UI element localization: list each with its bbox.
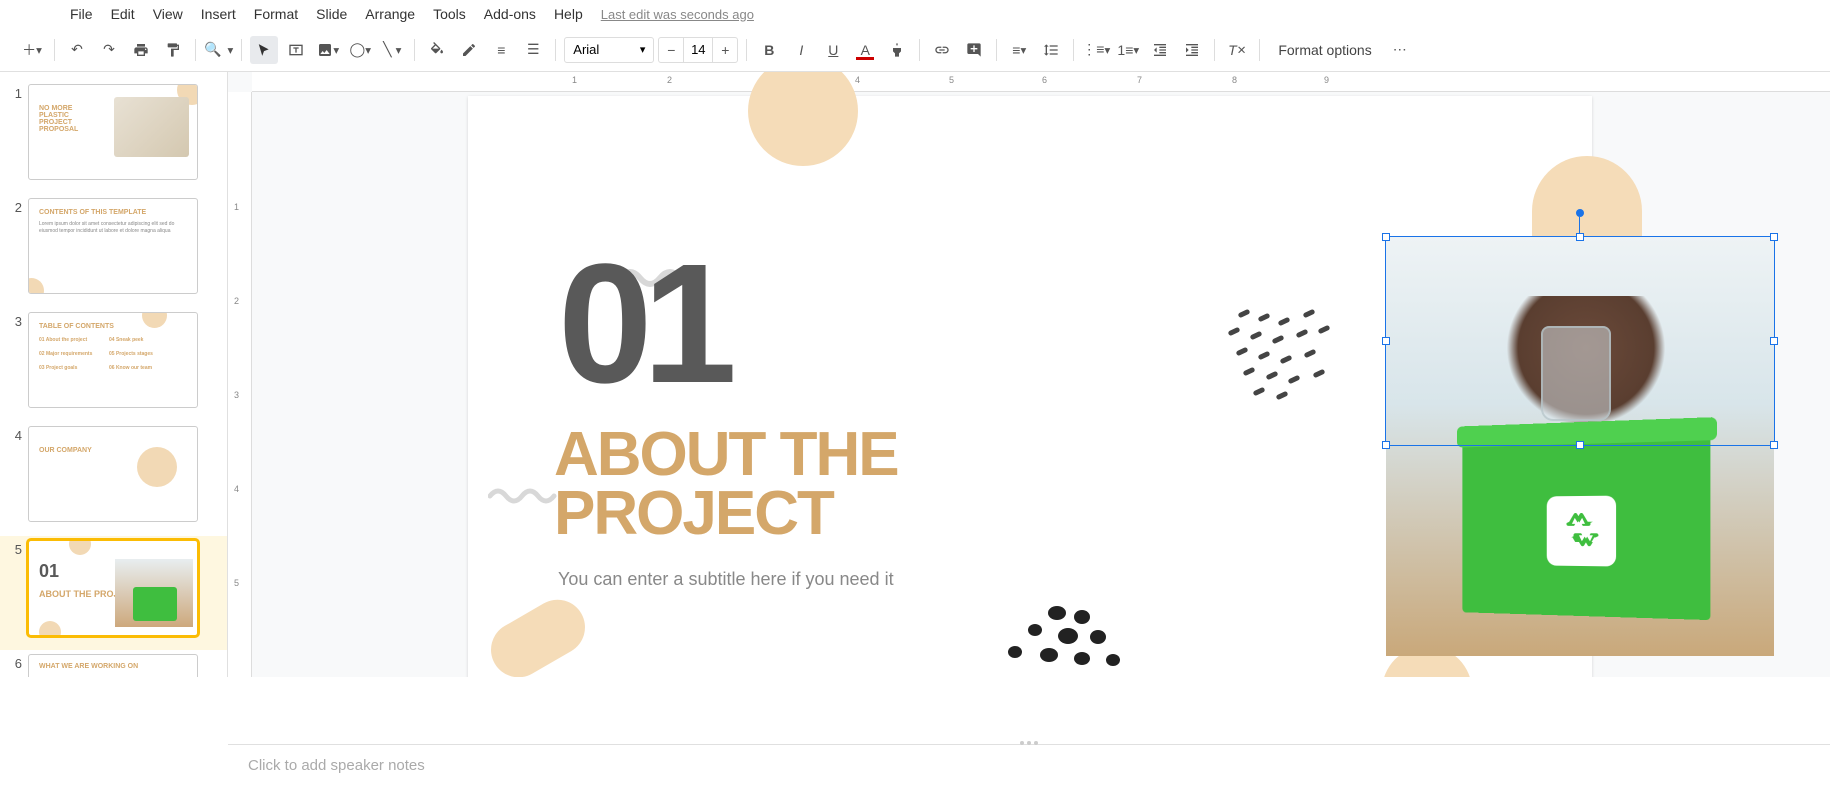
more-button[interactable]: ⋯ — [1386, 36, 1414, 64]
menu-tools[interactable]: Tools — [433, 6, 466, 22]
slide-thumbnail-1[interactable]: NO MORE PLASTIC PROJECT PROPOSAL — [28, 84, 198, 180]
undo-button[interactable]: ↶ — [63, 36, 91, 64]
fill-color-button[interactable] — [423, 36, 451, 64]
slide-thumbnails-panel: 1 NO MORE PLASTIC PROJECT PROPOSAL 2 CON… — [0, 72, 228, 677]
thumb-number: 2 — [8, 198, 22, 215]
resize-handle-se[interactable] — [1770, 441, 1778, 449]
decoration-blob — [748, 72, 858, 166]
select-tool[interactable] — [250, 36, 278, 64]
rotation-handle[interactable] — [1576, 209, 1584, 217]
menu-insert[interactable]: Insert — [201, 6, 236, 22]
slide-canvas[interactable]: 01 ABOUT THEPROJECT You can enter a subt… — [468, 96, 1592, 677]
thumb-number: 6 — [8, 654, 22, 671]
border-color-button[interactable] — [455, 36, 483, 64]
resize-handle-s[interactable] — [1576, 441, 1584, 449]
thumb-number: 3 — [8, 312, 22, 329]
font-size-increase[interactable]: + — [713, 36, 737, 64]
notes-resize-handle[interactable] — [1011, 741, 1047, 747]
resize-handle-e[interactable] — [1770, 337, 1778, 345]
slide-thumbnail-3[interactable]: TABLE OF CONTENTS 01 About the project 0… — [28, 312, 198, 408]
shape-tool[interactable]: ◯▾ — [346, 36, 374, 64]
slide-subtitle-text[interactable]: You can enter a subtitle here if you nee… — [558, 569, 894, 590]
slide-thumbnail-6[interactable]: WHAT WE ARE WORKING ON Hotel Residential… — [28, 654, 198, 677]
menu-slide[interactable]: Slide — [316, 6, 347, 22]
format-options-button[interactable]: Format options — [1268, 42, 1381, 58]
indent-increase-button[interactable] — [1178, 36, 1206, 64]
menu-format[interactable]: Format — [254, 6, 298, 22]
horizontal-ruler: 1 2 3 4 5 6 7 8 9 — [252, 72, 1830, 92]
slide-thumbnail-2[interactable]: CONTENTS OF THIS TEMPLATE Lorem ipsum do… — [28, 198, 198, 294]
menu-addons[interactable]: Add-ons — [484, 6, 536, 22]
font-size-value[interactable]: 14 — [683, 38, 713, 62]
last-edit-link[interactable]: Last edit was seconds ago — [601, 7, 754, 22]
decoration-dashes — [1228, 311, 1348, 401]
slide-number-text[interactable]: 01 — [558, 226, 727, 422]
speaker-notes-placeholder: Click to add speaker notes — [248, 757, 425, 774]
resize-handle-ne[interactable] — [1770, 233, 1778, 241]
thumb-number: 5 — [8, 540, 22, 557]
zoom-button[interactable]: 🔍▾ — [204, 36, 233, 64]
canvas-area[interactable]: 1 2 3 4 5 6 7 8 9 1 2 3 4 5 — [228, 72, 1830, 677]
menu-view[interactable]: View — [153, 6, 183, 22]
align-button[interactable]: ≡▾ — [1005, 36, 1033, 64]
image-tool[interactable]: ▾ — [314, 36, 342, 64]
font-size-control: − 14 + — [658, 37, 738, 63]
resize-handle-w[interactable] — [1382, 337, 1390, 345]
link-button[interactable] — [928, 36, 956, 64]
textbox-tool[interactable] — [282, 36, 310, 64]
bullet-list-button[interactable]: ⋮≡▾ — [1082, 36, 1110, 64]
line-spacing-button[interactable] — [1037, 36, 1065, 64]
redo-button[interactable]: ↷ — [95, 36, 123, 64]
decoration-dots — [998, 606, 1138, 676]
selection-box[interactable] — [1385, 236, 1775, 446]
slide-thumbnail-4[interactable]: OUR COMPANY — [28, 426, 198, 522]
bold-button[interactable]: B — [755, 36, 783, 64]
decoration-blob — [481, 590, 595, 677]
menu-file[interactable]: File — [70, 6, 93, 22]
slide-title-text[interactable]: ABOUT THEPROJECT — [554, 426, 898, 544]
decoration-squiggle — [488, 486, 558, 504]
resize-handle-sw[interactable] — [1382, 441, 1390, 449]
thumb-number: 4 — [8, 426, 22, 443]
italic-button[interactable]: I — [787, 36, 815, 64]
recycle-icon — [1547, 496, 1616, 567]
thumb-number: 1 — [8, 84, 22, 101]
font-size-decrease[interactable]: − — [659, 36, 683, 64]
slide-thumbnail-5[interactable]: 01 ABOUT THE PROJECT — [28, 540, 198, 636]
resize-handle-n[interactable] — [1576, 233, 1584, 241]
line-tool[interactable]: ╲▾ — [378, 36, 406, 64]
menu-edit[interactable]: Edit — [111, 6, 135, 22]
font-selector[interactable]: Arial▾ — [564, 37, 654, 63]
menu-help[interactable]: Help — [554, 6, 583, 22]
menu-arrange[interactable]: Arrange — [365, 6, 415, 22]
vertical-ruler: 1 2 3 4 5 — [228, 92, 252, 677]
clear-format-button[interactable]: T✕ — [1223, 36, 1251, 64]
new-slide-button[interactable]: ＋▾ — [18, 36, 46, 64]
underline-button[interactable]: U — [819, 36, 847, 64]
speaker-notes[interactable]: Click to add speaker notes — [228, 744, 1830, 788]
numbered-list-button[interactable]: 1≡▾ — [1114, 36, 1142, 64]
menu-bar: File Edit View Insert Format Slide Arran… — [0, 0, 1830, 28]
border-weight-button[interactable]: ≡ — [487, 36, 515, 64]
highlight-button[interactable] — [883, 36, 911, 64]
indent-decrease-button[interactable] — [1146, 36, 1174, 64]
toolbar: ＋▾ ↶ ↷ 🔍▾ ▾ ◯▾ ╲▾ ≡ ☰ Arial▾ − 14 + B I … — [0, 28, 1830, 72]
resize-handle-nw[interactable] — [1382, 233, 1390, 241]
print-button[interactable] — [127, 36, 155, 64]
border-dash-button[interactable]: ☰ — [519, 36, 547, 64]
paint-format-button[interactable] — [159, 36, 187, 64]
text-color-button[interactable]: A — [851, 36, 879, 64]
comment-button[interactable] — [960, 36, 988, 64]
